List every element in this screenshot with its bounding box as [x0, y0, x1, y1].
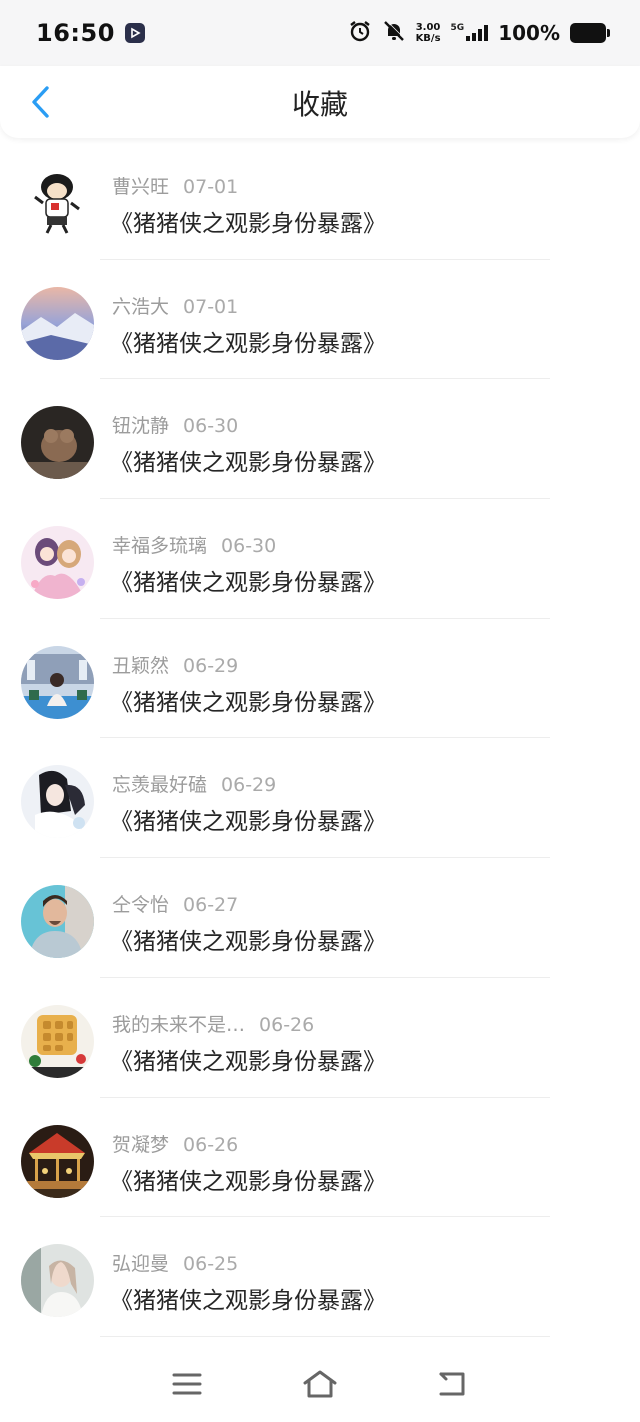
- battery-percent: 100%: [498, 21, 560, 45]
- avatar: [21, 1124, 94, 1198]
- item-date: 06-29: [221, 774, 277, 797]
- menu-button[interactable]: [157, 1359, 217, 1409]
- status-left: 16:50: [36, 19, 145, 47]
- item-meta: 忘羡最好磕 06-29: [112, 770, 276, 797]
- divider: [100, 1335, 550, 1337]
- item-date: 06-30: [221, 535, 277, 558]
- app-notification-icon: [124, 23, 145, 43]
- list-item[interactable]: 六浩大 07-01 《猪猪侠之观影身份暴露》: [0, 260, 640, 380]
- item-meta: 幸福多琉璃 06-30: [112, 531, 276, 558]
- list-item[interactable]: 弘迎曼 06-25 《猪猪侠之观影身份暴露》: [0, 1217, 640, 1337]
- alarm-icon: [348, 19, 372, 47]
- item-date: 06-26: [259, 1013, 315, 1036]
- favorites-list: 曹兴旺 07-01 《猪猪侠之观影身份暴露》 六浩大 07-01 《猪猪侠之观影身份…: [0, 140, 640, 1337]
- item-meta: 贺凝梦 06-26: [112, 1130, 238, 1157]
- avatar: [21, 1004, 94, 1078]
- mute-bell-icon: [382, 19, 406, 47]
- menu-icon: [172, 1373, 202, 1395]
- avatar: [21, 167, 94, 240]
- network-speed-value: 3.00: [415, 22, 441, 33]
- item-date: 06-27: [183, 894, 239, 917]
- network-speed: 3.00 KB/s: [416, 22, 441, 44]
- list-item[interactable]: 幸福多琉璃 06-30 《猪猪侠之观影身份暴露》: [0, 499, 640, 619]
- item-title: 《猪猪侠之观影身份暴露》: [110, 809, 386, 836]
- avatar: [21, 1244, 94, 1318]
- list-item[interactable]: 丑颖然 06-29 《猪猪侠之观影身份暴露》: [0, 619, 640, 739]
- item-date: 07-01: [183, 295, 239, 318]
- home-icon: [303, 1370, 337, 1398]
- system-nav-bar: [0, 1346, 640, 1422]
- back-nav-button[interactable]: [423, 1359, 483, 1409]
- list-item[interactable]: 贺凝梦 06-26 《猪猪侠之观影身份暴露》: [0, 1098, 640, 1218]
- item-meta: 我的未来不是… 06-26: [112, 1010, 314, 1037]
- status-right: 3.00 KB/s 5G 100%: [348, 19, 610, 47]
- item-title: 《猪猪侠之观影身份暴露》: [110, 211, 386, 237]
- list-item[interactable]: 仝令怡 06-27 《猪猪侠之观影身份暴露》: [0, 858, 640, 978]
- item-date: 06-25: [183, 1253, 239, 1276]
- home-button[interactable]: [290, 1359, 350, 1409]
- item-date: 06-26: [183, 1133, 239, 1156]
- item-meta: 弘迎曼 06-25: [112, 1249, 238, 1276]
- list-item[interactable]: 钮沈静 06-30 《猪猪侠之观影身份暴露》: [0, 379, 640, 500]
- status-time: 16:50: [36, 19, 115, 47]
- list-item[interactable]: 曹兴旺 07-01 《猪猪侠之观影身份暴露》: [0, 140, 640, 260]
- avatar: [21, 765, 94, 839]
- avatar: [21, 645, 94, 719]
- item-author: 贺凝梦: [112, 1133, 170, 1156]
- item-meta: 钮沈静 06-30: [112, 411, 238, 438]
- signal-bars-icon: [466, 25, 489, 41]
- item-title: 《猪猪侠之观影身份暴露》: [110, 929, 386, 956]
- item-title: 《猪猪侠之观影身份暴露》: [110, 1288, 386, 1315]
- network-speed-unit: KB/s: [415, 33, 441, 44]
- network-type: 5G: [450, 23, 465, 33]
- item-author: 丑颖然: [112, 654, 170, 677]
- item-author: 我的未来不是…: [112, 1013, 246, 1036]
- item-meta: 六浩大 07-01: [112, 292, 238, 319]
- item-author: 仝令怡: [112, 894, 170, 917]
- item-title: 《猪猪侠之观影身份暴露》: [110, 570, 386, 597]
- item-title: 《猪猪侠之观影身份暴露》: [110, 1048, 386, 1075]
- avatar: [21, 885, 94, 959]
- item-meta: 丑颖然 06-29: [112, 651, 238, 678]
- return-icon: [439, 1372, 465, 1396]
- item-author: 六浩大: [112, 295, 170, 318]
- item-title: 《猪猪侠之观影身份暴露》: [110, 450, 386, 477]
- item-author: 曹兴旺: [112, 176, 170, 198]
- item-title: 《猪猪侠之观影身份暴露》: [110, 330, 386, 357]
- item-title: 《猪猪侠之观影身份暴露》: [110, 1168, 386, 1195]
- page-title: 收藏: [291, 88, 348, 121]
- item-author: 幸福多琉璃: [112, 535, 208, 558]
- signal-indicator: 5G: [450, 23, 489, 41]
- battery-icon: [570, 23, 610, 43]
- item-title: 《猪猪侠之观影身份暴露》: [110, 689, 386, 716]
- avatar: [21, 286, 94, 360]
- item-author: 忘羡最好磕: [112, 774, 208, 797]
- item-date: 07-01: [183, 176, 239, 198]
- list-item[interactable]: 我的未来不是… 06-26 《猪猪侠之观影身份暴露》: [0, 978, 640, 1098]
- item-author: 弘迎曼: [112, 1253, 170, 1276]
- item-meta: 仝令怡 06-27: [112, 890, 238, 917]
- app-header: 收藏: [0, 66, 640, 138]
- item-meta: 曹兴旺 07-01: [112, 172, 238, 199]
- list-item[interactable]: 忘羡最好磕 06-29 《猪猪侠之观影身份暴露》: [0, 738, 640, 859]
- avatar: [21, 406, 94, 480]
- item-author: 钮沈静: [112, 415, 170, 438]
- avatar: [21, 526, 94, 600]
- item-date: 06-30: [183, 415, 239, 438]
- item-date: 06-29: [183, 654, 239, 677]
- status-bar: 16:50 3.00 KB/s 5G 100%: [0, 0, 640, 66]
